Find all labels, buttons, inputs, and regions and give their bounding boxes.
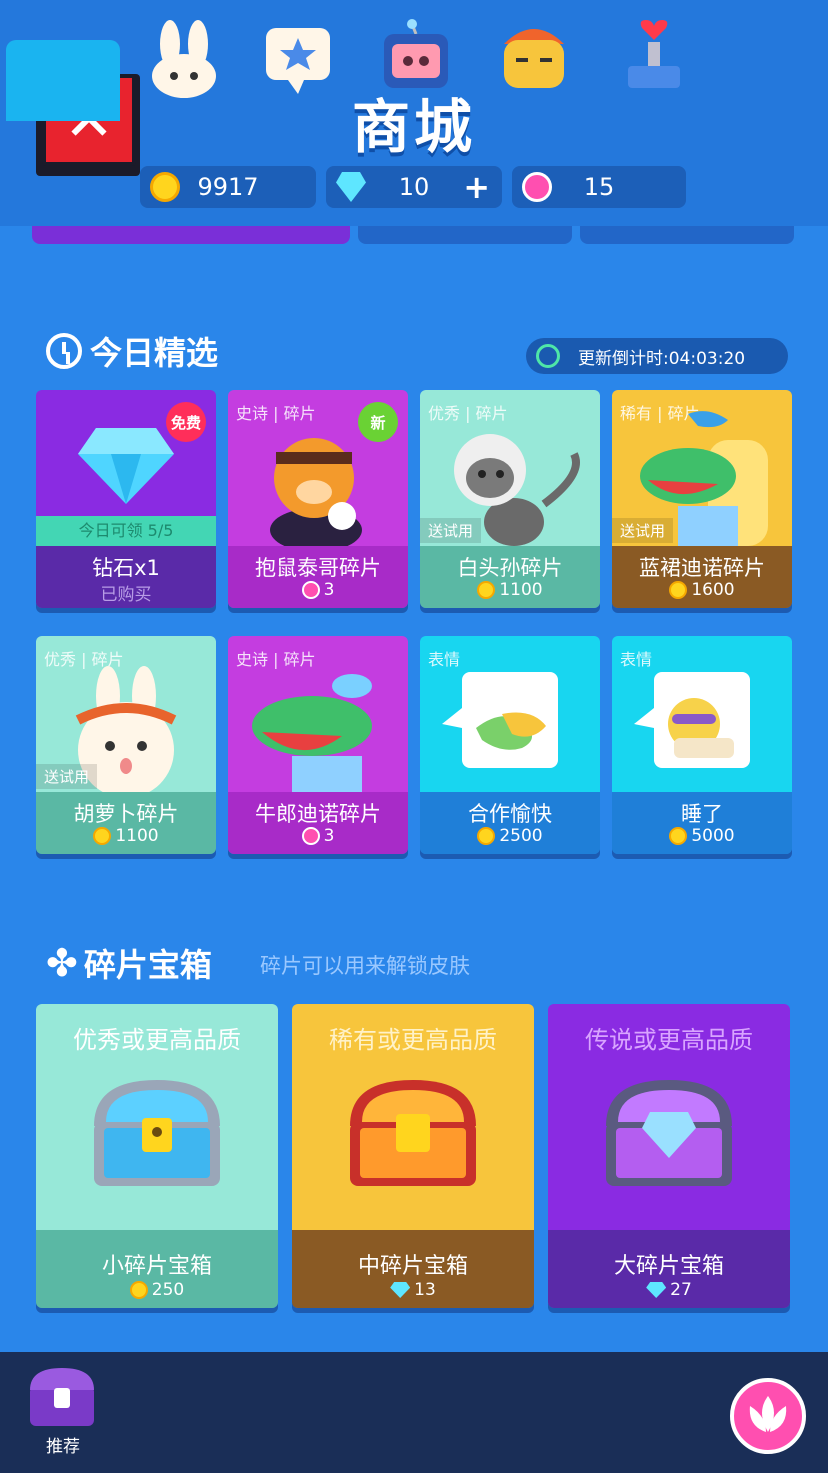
large-chest-icon	[606, 1080, 732, 1186]
item-name: 白头孙碎片	[457, 556, 563, 580]
item-name: 胡萝卜碎片	[73, 802, 179, 826]
chest-name: 中碎片宝箱	[357, 1254, 468, 1279]
chest-quality: 传说或更高品质	[585, 1026, 753, 1054]
tiger-character-icon	[270, 438, 362, 546]
new-badge: 新	[358, 402, 398, 442]
nav-tab-recommend[interactable]	[6, 40, 120, 121]
item-name: 蓝裙迪诺碎片	[639, 556, 765, 580]
coin-icon	[477, 827, 496, 845]
timer-clock-icon	[536, 344, 560, 368]
chest-name: 大碎片宝箱	[613, 1254, 724, 1279]
item-status: 已购买	[100, 585, 152, 605]
coin-counter: 9917	[140, 166, 316, 208]
item-price: 1100	[36, 826, 216, 846]
shop-item-tiger[interactable]: 史诗 | 碎片 新 抱鼠泰哥碎片 3	[228, 390, 408, 608]
nav-label-recommend: 推荐	[46, 1437, 80, 1457]
chest-price: 250	[36, 1280, 278, 1300]
small-chest-icon	[94, 1080, 220, 1186]
sleeping-icon	[634, 672, 750, 768]
chest-section-title: ✤ 碎片宝箱	[46, 940, 212, 986]
small-chest-card[interactable]: 优秀或更高品质 小碎片宝箱 250	[36, 1004, 278, 1308]
chest-price: 27	[548, 1280, 790, 1300]
shop-item-blue-dino[interactable]: 稀有 | 碎片 送试用 蓝裙迪诺碎片 1600	[612, 390, 792, 608]
shop-item-monkey[interactable]: 优秀 | 碎片 送试用 白头孙碎片 1100	[420, 390, 600, 608]
lotus-count: 15	[583, 173, 615, 201]
bunny-icon[interactable]	[144, 18, 224, 98]
item-tag: 表情	[620, 650, 653, 669]
chest-quality: 稀有或更高品质	[329, 1026, 497, 1054]
diamond-icon	[390, 1282, 411, 1298]
diamond-icon	[78, 428, 174, 504]
chest-icon[interactable]	[24, 1366, 100, 1428]
lotus-icon	[301, 581, 320, 599]
claim-status: 今日可领 5/5	[36, 516, 216, 546]
shop-item-cowboy-dino[interactable]: 史诗 | 碎片 牛郎迪诺碎片 3	[228, 636, 408, 854]
dino-character-icon	[252, 674, 372, 792]
chest-price: 13	[292, 1280, 534, 1300]
item-name: 合作愉快	[468, 802, 552, 826]
item-price: 5000	[612, 826, 792, 846]
large-chest-card[interactable]: 传说或更高品质 大碎片宝箱 27	[548, 1004, 790, 1308]
star-bubble-icon[interactable]	[258, 18, 338, 98]
lotus-counter: 15	[512, 166, 686, 208]
scrolled-card-remnant	[358, 226, 572, 244]
item-name: 抱鼠泰哥碎片	[255, 556, 381, 580]
item-name: 牛郎迪诺碎片	[255, 802, 381, 826]
trial-label: 送试用	[420, 518, 482, 543]
medium-chest-icon	[350, 1080, 476, 1186]
coin-icon	[93, 827, 112, 845]
coin-icon	[669, 827, 688, 845]
clover-icon: ✤	[46, 941, 78, 985]
add-diamonds-button[interactable]: +	[463, 168, 490, 206]
medium-chest-card[interactable]: 稀有或更高品质 中碎片宝箱 13	[292, 1004, 534, 1308]
chest-title-text: 碎片宝箱	[83, 946, 212, 984]
lotus-icon	[301, 827, 320, 845]
bottom-nav	[0, 1352, 828, 1473]
shop-item-bunny[interactable]: 优秀 | 碎片 送试用 胡萝卜碎片 1100	[36, 636, 216, 854]
item-name: 钻石x1	[92, 556, 160, 580]
featured-section-title: 今日精选	[46, 328, 218, 374]
shop-item-emoji-handshake[interactable]: 表情 合作愉快 2500	[420, 636, 600, 854]
handshake-icon	[442, 672, 558, 768]
refresh-timer: 更新倒计时:04:03:20	[526, 338, 788, 374]
scrolled-card-remnant	[32, 226, 350, 244]
featured-title-text: 今日精选	[90, 334, 219, 372]
item-price: 2500	[420, 826, 600, 846]
item-price: 1600	[612, 580, 792, 600]
coin-count: 9917	[197, 173, 259, 201]
timer-text: 更新倒计时:04:03:20	[578, 348, 746, 369]
lotus-icon[interactable]	[728, 1376, 808, 1456]
tv-icon[interactable]	[376, 18, 456, 98]
scrolled-card-remnant	[580, 226, 794, 244]
item-name: 睡了	[681, 802, 723, 826]
clock-icon	[46, 333, 82, 369]
trial-label: 送试用	[612, 518, 674, 543]
item-price: 3	[228, 580, 408, 600]
coin-icon	[669, 581, 688, 599]
face-icon[interactable]	[494, 18, 574, 98]
shop-item-diamond[interactable]: 免费 今日可领 5/5 钻石x1 已购买	[36, 390, 216, 608]
chest-quality: 优秀或更高品质	[73, 1026, 241, 1054]
free-badge: 免费	[166, 402, 206, 442]
trial-label: 送试用	[36, 764, 98, 789]
diamond-counter: 10 +	[326, 166, 502, 208]
item-tag: 表情	[428, 650, 461, 669]
shop-item-emoji-sleep[interactable]: 表情 睡了 5000	[612, 636, 792, 854]
chest-name: 小碎片宝箱	[101, 1254, 212, 1279]
item-price: 3	[228, 826, 408, 846]
diamond-icon	[646, 1282, 667, 1298]
item-price: 1100	[420, 580, 600, 600]
coin-icon	[129, 1281, 148, 1299]
chest-section-note: 碎片可以用来解锁皮肤	[260, 954, 470, 978]
stamp-icon[interactable]	[614, 18, 694, 98]
coin-icon	[477, 581, 496, 599]
